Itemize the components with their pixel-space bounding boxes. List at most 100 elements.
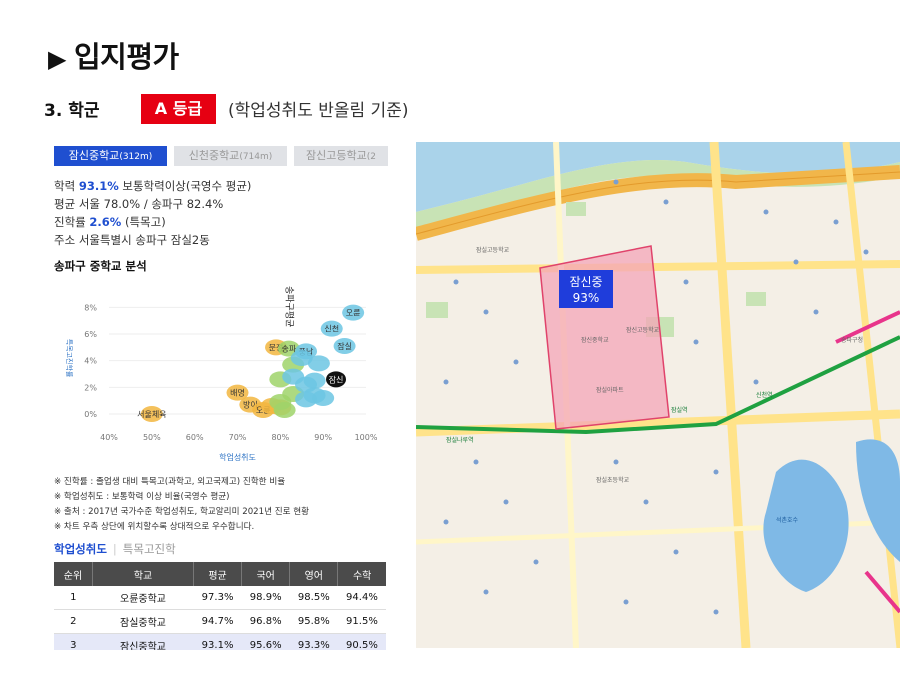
table-row: 1 오륜중학교 97.3% 98.9% 98.5% 94.4% (54, 586, 386, 610)
y-tick-label: 4% (84, 357, 97, 366)
cell-average: 97.3% (193, 586, 242, 610)
cell-korean: 96.8% (241, 609, 290, 634)
data-point-label: 서울체육 (137, 409, 166, 419)
achievement-value: 93.1% (78, 179, 119, 193)
cell-rank: 1 (54, 586, 93, 610)
poi-dot (763, 209, 769, 215)
analysis-title: 송파구 중학교 분석 (54, 259, 147, 273)
data-point (273, 402, 296, 418)
triangle-icon: ▶ (48, 45, 66, 73)
cell-math: 90.5% (337, 633, 386, 650)
poi-dot (443, 379, 449, 385)
tab-school-3[interactable]: 잠신고등학교(2 (294, 146, 388, 166)
table-row-highlighted: 3 잠신중학교 93.1% 95.6% 93.3% 90.5% (54, 633, 386, 650)
cell-math: 91.5% (337, 609, 386, 634)
x-axis-label: 학업성취도 (219, 452, 256, 462)
note-3: ※ 출처 : 2017년 국가수준 학업성취도, 학교알리미 2021년 진로 … (54, 507, 310, 517)
x-tick-label: 100% (355, 433, 378, 442)
poi-dot (663, 199, 669, 205)
tab-distance: (714m) (239, 152, 273, 162)
x-tick-label: 40% (100, 433, 118, 442)
col-average: 평균 (193, 562, 243, 586)
data-point-label: 배명 (230, 388, 245, 398)
poi-dot (533, 559, 539, 565)
info-advance-rate: 진학률 2.6% (특목고) (54, 214, 166, 230)
page-title-text: 입지평가 (73, 40, 179, 74)
poi-dot (713, 469, 719, 475)
cell-rank: 3 (54, 633, 93, 650)
y-tick-label: 0% (84, 410, 97, 419)
poi-dot (673, 549, 679, 555)
info-address: 주소 서울특별시 송파구 잠실2동 (54, 233, 210, 247)
tab-label: 잠신고등학교 (306, 149, 367, 162)
map-label: 신천역 (756, 391, 773, 399)
x-tick-label: 80% (271, 433, 289, 442)
data-point (303, 372, 326, 389)
col-rank: 순위 (54, 562, 93, 586)
tab-label: 신천중학교 (188, 149, 240, 162)
tab-label: 잠신중학교 (68, 149, 120, 162)
map-label: 송파구청 (841, 336, 863, 344)
poi-dot (483, 309, 489, 315)
advance-rate-value: 2.6% (89, 215, 122, 229)
map-label: 잠실역 (671, 406, 688, 414)
data-point (312, 390, 335, 406)
cell-school: 잠실중학교 (92, 609, 194, 634)
poi-dot (863, 249, 869, 255)
note-2: ※ 학업성취도 : 보통학력 이상 비율(국영수 평균) (54, 492, 230, 502)
y-tick-label: 2% (84, 383, 97, 392)
cell-math: 94.4% (337, 586, 386, 610)
cell-korean: 98.9% (241, 586, 290, 610)
poi-dot (753, 379, 759, 385)
tab-distance: (2 (366, 152, 376, 162)
info-achievement: 학력 93.1% 보통학력이상(국영수 평균) (54, 178, 251, 194)
data-point-label: 잠신 (329, 374, 344, 384)
poi-dot (793, 259, 799, 265)
note-4: ※ 차트 우측 상단에 위치할수록 상대적으로 우수합니다. (54, 522, 255, 532)
grade-note: (학업성취도 반올림 기준) (228, 101, 409, 121)
data-point-label: 오륜 (346, 309, 361, 318)
col-math: 수학 (337, 562, 386, 586)
info-label: 진학률 (54, 215, 90, 229)
poi-dot (833, 219, 839, 225)
map-label: 잠실아파트 (596, 386, 624, 394)
grade-badge: A 등급 (141, 94, 216, 124)
poi-dot (473, 459, 479, 465)
y-tick-label: 6% (84, 330, 97, 339)
cell-rank: 2 (54, 609, 93, 634)
school-info-panel: 잠신중학교(312m) 신천중학교(714m) 잠신고등학교(2 학력 93.1… (54, 144, 388, 650)
tab-school-2[interactable]: 신천중학교(714m) (174, 146, 287, 166)
tab-school-1[interactable]: 잠신중학교(312m) (54, 146, 167, 166)
table-row: 2 잠실중학교 94.7% 96.8% 95.8% 91.5% (54, 609, 386, 634)
cell-korean: 95.6% (241, 633, 290, 650)
section-subtitle: 3. 학군 (44, 101, 100, 121)
x-tick-label: 70% (229, 433, 247, 442)
map-label: 잠실초등학교 (596, 476, 630, 484)
poi-dot (443, 519, 449, 525)
col-korean: 국어 (241, 562, 291, 586)
subtab-advance[interactable]: 특목고진학 (123, 542, 176, 556)
data-point (307, 355, 330, 372)
map-label: 석촌호수 (776, 516, 799, 524)
data-point-label: 잠실 (337, 341, 352, 351)
col-english: 영어 (289, 562, 339, 586)
info-average: 평균 서울 78.0% / 송파구 82.4% (54, 197, 224, 211)
poi-dot (453, 279, 459, 285)
y-axis-label: 특목고진학률 (65, 339, 74, 378)
info-label: 학력 (54, 179, 79, 193)
info-rest: (특목고) (121, 215, 166, 229)
y-tick-label: 8% (84, 303, 97, 312)
location-map[interactable]: 잠신중 93% 잠실고등학교 잠신고등학교 잠신중학교 잠실초등학교 석촌호수 … (416, 142, 900, 648)
subtab-achievement[interactable]: 학업성취도 (54, 542, 107, 556)
map-label: 잠신중학교 (581, 336, 609, 344)
x-tick-label: 90% (314, 433, 332, 442)
cell-average: 94.7% (193, 609, 242, 634)
poi-dot (613, 459, 619, 465)
map-label: 잠실나루역 (446, 436, 474, 444)
poi-dot (503, 499, 509, 505)
scatter-chart: 0% 2% 4% 6% 8% 40% 50% 60% 70% 80% 90% 100% 학업성취도 특목고… (65, 286, 378, 462)
map-label: 잠실고등학교 (476, 246, 510, 254)
cell-average: 93.1% (193, 633, 242, 650)
subtab-divider: | (112, 542, 117, 556)
ranking-table: 순위 학교 평균 국어 영어 수학 1 오륜중학교 97.3% 98.9% 98… (54, 562, 386, 650)
